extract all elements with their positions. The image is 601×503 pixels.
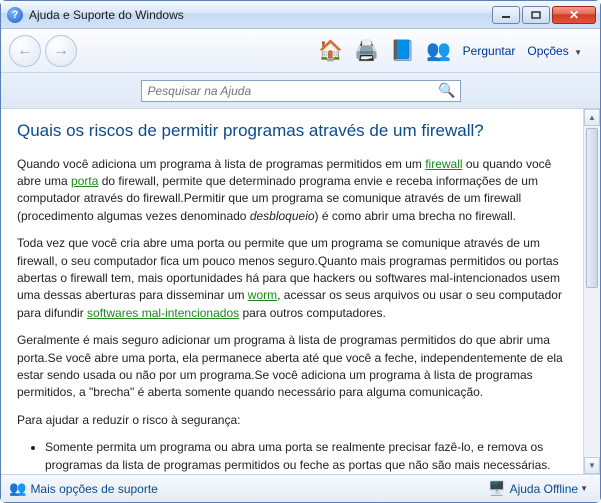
term-desbloqueio: desbloqueio <box>250 209 315 223</box>
monitor-icon: 🖥️ <box>488 480 505 497</box>
offline-help-label: Ajuda Offline <box>510 482 579 496</box>
browse-button[interactable]: 📘 <box>389 37 417 65</box>
article-paragraph-4: Para ajudar a reduzir o risco à seguranç… <box>17 412 569 429</box>
link-worm[interactable]: worm <box>248 288 277 302</box>
back-button[interactable]: ← <box>9 35 41 67</box>
maximize-button[interactable] <box>522 6 550 24</box>
scroll-thumb[interactable] <box>586 128 598 288</box>
ask-button[interactable]: Perguntar <box>457 44 522 58</box>
search-bar: 🔍 <box>1 73 600 109</box>
print-icon: 🖨️ <box>354 38 379 63</box>
article-paragraph-3: Geralmente é mais seguro adicionar um pr… <box>17 332 569 402</box>
list-item: Somente permita um programa ou abra uma … <box>45 439 569 474</box>
person-help-icon: 👥 <box>426 38 451 63</box>
article-bullet-list: Somente permita um programa ou abra uma … <box>17 439 569 474</box>
close-button[interactable]: ✕ <box>552 6 596 24</box>
maximize-icon <box>531 11 541 19</box>
content-area: Quais os riscos de permitir programas at… <box>1 109 600 474</box>
offline-help-button[interactable]: 🖥️ Ajuda Offline ▼ <box>488 480 592 497</box>
arrow-right-icon: → <box>53 42 69 60</box>
status-bar: 👥 Mais opções de suporte 🖥️ Ajuda Offlin… <box>1 474 600 502</box>
article-paragraph-1: Quando você adiciona um programa à lista… <box>17 156 569 226</box>
window-title: Ajuda e Suporte do Windows <box>29 8 492 22</box>
ask-icon-button[interactable]: 👥 <box>425 37 453 65</box>
more-support-link[interactable]: 👥 Mais opções de suporte <box>9 480 488 497</box>
toolbar: ← → 🏠 🖨️ 📘 👥 Perguntar Opções ▼ <box>1 29 600 73</box>
article-heading: Quais os riscos de permitir programas at… <box>17 119 569 144</box>
scroll-up-button[interactable]: ▲ <box>584 109 600 126</box>
chevron-down-icon: ▼ <box>580 484 588 493</box>
vertical-scrollbar[interactable]: ▲ ▼ <box>583 109 600 474</box>
article-paragraph-2: Toda vez que você cria abre uma porta ou… <box>17 235 569 322</box>
window-controls: ✕ <box>492 6 596 24</box>
search-box[interactable]: 🔍 <box>141 80 461 102</box>
link-malware[interactable]: softwares mal-intencionados <box>87 306 239 320</box>
search-icon[interactable]: 🔍 <box>438 82 455 99</box>
options-label: Opções <box>527 44 568 58</box>
help-icon: ? <box>7 7 23 23</box>
chevron-down-icon: ▼ <box>574 48 582 57</box>
print-button[interactable]: 🖨️ <box>353 37 381 65</box>
link-firewall[interactable]: firewall <box>425 157 462 171</box>
home-button[interactable]: 🏠 <box>317 37 345 65</box>
book-icon: 📘 <box>390 38 415 63</box>
forward-button[interactable]: → <box>45 35 77 67</box>
window-titlebar: ? Ajuda e Suporte do Windows ✕ <box>1 1 600 29</box>
scroll-down-button[interactable]: ▼ <box>584 457 600 474</box>
link-porta[interactable]: porta <box>71 174 98 188</box>
home-icon: 🏠 <box>318 38 343 63</box>
scroll-track[interactable] <box>584 126 600 457</box>
arrow-left-icon: ← <box>17 42 33 60</box>
close-icon: ✕ <box>569 8 579 22</box>
minimize-icon <box>501 11 511 19</box>
minimize-button[interactable] <box>492 6 520 24</box>
more-support-label: Mais opções de suporte <box>30 482 157 496</box>
search-input[interactable] <box>148 84 439 98</box>
options-button[interactable]: Opções ▼ <box>521 44 592 58</box>
support-icon: 👥 <box>9 480 26 497</box>
article-content: Quais os riscos de permitir programas at… <box>1 109 583 474</box>
